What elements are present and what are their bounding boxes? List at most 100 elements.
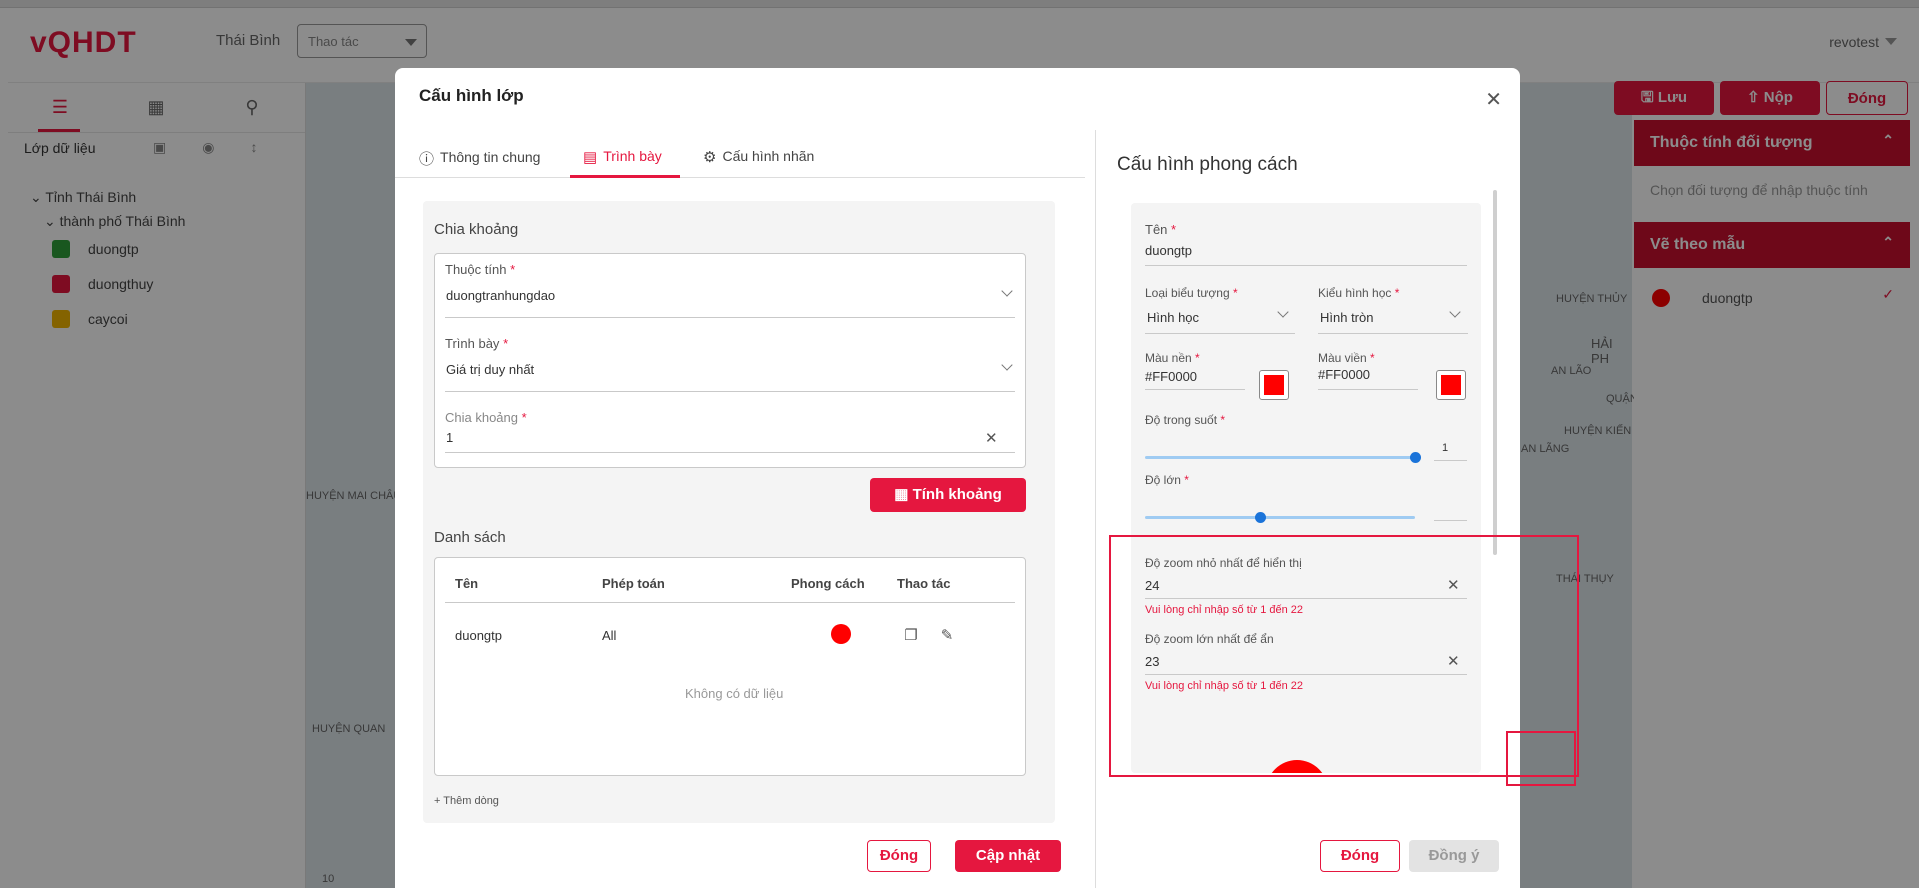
required-mark: * [1394,286,1400,300]
column-header: Thao tác [897,576,951,591]
section-title: Chia khoảng [434,221,519,238]
style-close-button[interactable]: Đóng [1320,840,1400,872]
section-title: Danh sách [434,529,506,546]
tab-label: Trình bày [603,148,662,164]
required-mark: * [1171,222,1177,237]
field-label-text: Thuộc tính [445,262,507,277]
column-header: Tên [455,576,479,591]
field-label: Độ lớn * [1145,473,1189,487]
field-label: Tên * [1145,222,1176,237]
field-label-text: Màu viền [1318,351,1367,365]
field-underline [445,317,1015,318]
fill-color-picker[interactable] [1259,370,1289,400]
update-button[interactable]: Cập nhật [955,840,1061,872]
field-underline [1434,520,1467,521]
class-list-table: Tên Phép toán Phong cách Thao tác duongt… [434,557,1026,776]
cell-name: duongtp [455,628,502,643]
required-mark: * [503,336,509,351]
field-underline [1434,460,1467,461]
attribute-select[interactable]: duongtranhungdao [446,288,1016,308]
field-label: Thuộc tính * [445,262,515,277]
scrollbar[interactable] [1493,190,1497,555]
button-label: Tính khoảng [912,486,1002,503]
geometry-type-select[interactable]: Hình tròn [1320,310,1468,325]
field-label: Độ trong suốt * [1145,413,1225,427]
add-row-button[interactable]: + Thêm dòng [434,795,499,807]
gear-icon: ⚙ [703,149,717,167]
fill-color-input[interactable]: #FF0000 [1145,369,1245,384]
layer-config-dialog: Cấu hình lớp ✕ ⓘ Thông tin chung ▤ Trình b… [395,68,1579,888]
active-tab-indicator [570,175,680,178]
field-label-text: Độ lớn [1145,473,1181,487]
tab-label: Cấu hình nhãn [722,148,815,164]
dialog-close-button[interactable]: Đóng [867,840,931,872]
presentation-panel: Chia khoảng Thuộc tính * duongtranhungda… [423,201,1055,823]
size-slider-knob[interactable] [1254,512,1266,523]
tab-label: Thông tin chung [440,149,541,166]
required-mark: * [510,262,516,277]
header-divider [445,602,1015,603]
clear-icon[interactable]: ✕ [985,429,998,447]
field-underline [1318,333,1468,334]
field-label-text: Trình bày [445,336,500,351]
column-divider [1095,130,1096,888]
field-underline [445,452,1015,453]
calculator-icon: ▦ [894,486,909,503]
field-label-text: Loại biểu tượng [1145,286,1230,300]
field-label-text: Chia khoảng [445,410,518,425]
calculate-interval-button[interactable]: ▦ Tính khoảng [870,478,1026,512]
field-label-text: Kiểu hình học [1318,286,1392,300]
field-label-text: Màu nền [1145,351,1192,365]
symbol-type-select[interactable]: Hình học [1147,310,1297,325]
field-underline [445,391,1015,392]
required-mark: * [1232,286,1238,300]
required-mark: * [521,410,527,425]
style-preview-icon[interactable] [831,624,851,644]
field-label: Màu nền * [1145,351,1200,365]
required-mark: * [1195,351,1200,365]
cell-operator: All [602,628,617,643]
opacity-slider-track[interactable] [1145,456,1415,459]
name-input[interactable]: duongtp [1145,243,1467,258]
tab-general-info[interactable]: ⓘ Thông tin chung [419,148,540,178]
field-label: Loại biểu tượng * [1145,286,1238,300]
field-underline [1145,265,1467,266]
empty-state-text: Không có dữ liệu [685,686,784,701]
field-label-text: Độ trong suốt [1145,413,1218,427]
tab-label-config[interactable]: ⚙ Cấu hình nhãn [703,148,814,178]
color-swatch [1441,375,1461,395]
agree-button[interactable]: Đồng ý [1409,840,1499,872]
presentation-icon: ▤ [583,149,598,167]
size-slider-track[interactable] [1145,516,1415,519]
column-header: Phong cách [791,576,865,591]
field-underline [1145,389,1245,390]
copy-icon[interactable]: ❐ [896,621,926,651]
required-mark: * [1220,413,1226,427]
edit-icon[interactable]: ✎ [932,621,962,651]
dialog-tabs: ⓘ Thông tin chung ▤ Trình bày ⚙ Cấu hình nh… [395,130,1085,178]
field-label-text: Tên [1145,222,1168,237]
field-label: Màu viền * [1318,351,1375,365]
classification-form: Thuộc tính * duongtranhungdao Trình bày … [434,253,1026,468]
tab-presentation[interactable]: ▤ Trình bày [583,148,662,178]
info-icon: ⓘ [419,151,435,168]
dialog-title: Cấu hình lớp [419,86,524,105]
highlight-box [1506,731,1576,786]
style-config-title: Cấu hình phong cách [1117,154,1298,175]
stroke-color-input[interactable]: #FF0000 [1318,367,1418,382]
column-header: Phép toán [602,576,665,591]
color-swatch [1264,375,1284,395]
required-mark: * [1184,473,1189,487]
required-mark: * [1370,351,1375,365]
opacity-value[interactable]: 1 [1442,442,1448,454]
close-icon[interactable]: ✕ [1485,90,1502,110]
stroke-color-picker[interactable] [1436,370,1466,400]
field-label: Trình bày * [445,336,508,351]
opacity-slider-knob[interactable] [1409,452,1421,463]
field-underline [1318,389,1418,390]
field-underline [1145,333,1295,334]
presentation-select[interactable]: Giá trị duy nhất [446,362,1016,382]
field-label: Chia khoảng * [445,410,527,425]
interval-input[interactable]: 1 [446,430,966,450]
field-label: Kiểu hình học * [1318,286,1399,300]
